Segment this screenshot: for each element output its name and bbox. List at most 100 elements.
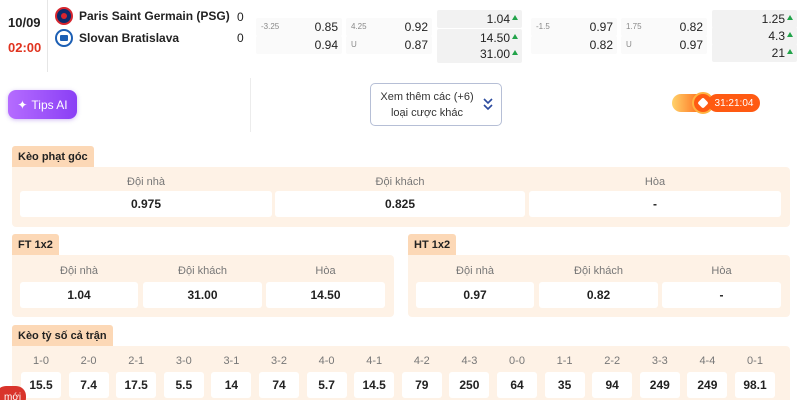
score-odd[interactable]: 79 [401, 372, 442, 398]
corner-home-label: Đội nhà [127, 176, 165, 188]
more-bets-line2: loại cược khác [390, 107, 464, 119]
ht1x2-away-odd[interactable]: 0.82 [539, 282, 658, 308]
ft1x2-home-label: Đội nhà [60, 265, 98, 277]
ht1x2-panel: Đội nhà Đội khách Hòa 0.97 0.82 - [408, 255, 790, 317]
score-odd[interactable]: 17.5 [116, 372, 157, 398]
up-arrow-icon [787, 15, 793, 20]
odd-value: 31.00 [479, 47, 510, 61]
score-odd[interactable]: 64 [497, 372, 537, 398]
odd-value: 0.92 [404, 20, 428, 34]
ht-1x2-draw[interactable]: 4.3 [712, 27, 797, 45]
odd-value: 1.25 [761, 12, 785, 26]
score-label: 3-1 [223, 355, 240, 367]
odd-value: 0.87 [404, 38, 428, 52]
ht1x2-home-odd[interactable]: 0.97 [416, 282, 534, 308]
ft-1x2-away[interactable]: 31.00 [437, 45, 522, 63]
divider [47, 0, 48, 72]
score-odd[interactable]: 98.1 [735, 372, 775, 398]
up-arrow-icon [787, 49, 793, 54]
ht-1x2-away[interactable]: 21 [712, 44, 797, 62]
score-odd[interactable]: 14 [211, 372, 252, 398]
score-odd[interactable]: 35 [544, 372, 585, 398]
ou-line: 1.75 [626, 22, 642, 31]
corner-panel: Đội nhà Đội khách Hòa 0.975 0.825 - [12, 167, 790, 227]
timer-value: 31:21:04 [708, 94, 760, 112]
ft-over[interactable]: 4.25 0.92 [346, 18, 432, 36]
score-odd[interactable]: 250 [449, 372, 490, 398]
ht-handicap-away[interactable]: 0.82 [531, 36, 617, 54]
tips-ai-label: Tips AI [31, 97, 68, 112]
corner-away-odd[interactable]: 0.825 [275, 191, 525, 217]
ht-over[interactable]: 1.75 0.82 [621, 18, 707, 36]
ft1x2-panel: Đội nhà Đội khách Hòa 1.04 31.00 14.50 [12, 255, 394, 317]
ft1x2-title: FT 1x2 [12, 234, 59, 255]
psg-logo-icon [55, 7, 73, 25]
slovan-logo-icon [55, 29, 73, 47]
odd-value: 0.85 [314, 20, 338, 34]
up-arrow-icon [512, 34, 518, 39]
under-label: U [351, 40, 357, 49]
corner-away-label: Đội khách [375, 176, 425, 188]
up-arrow-icon [512, 50, 518, 55]
score-odd[interactable]: 249 [639, 372, 680, 398]
score-odd[interactable]: 74 [259, 372, 299, 398]
score-label: 4-4 [699, 355, 716, 367]
under-label: U [626, 40, 632, 49]
score-odd[interactable]: 5.5 [163, 372, 204, 398]
score-odd[interactable]: 94 [592, 372, 633, 398]
odd-value: 0.94 [314, 38, 338, 52]
ou-line: 4.25 [351, 22, 367, 31]
up-arrow-icon [787, 32, 793, 37]
score-odd[interactable]: 249 [687, 372, 728, 398]
score-label: 3-0 [175, 355, 192, 367]
tips-ai-button[interactable]: ✦ Tips AI [8, 90, 77, 119]
match-row[interactable]: 10/09 02:00 Paris Saint Germain (PSG) 0 … [0, 0, 800, 78]
home-team-name: Paris Saint Germain (PSG) [79, 9, 230, 23]
corner-title: Kèo phạt góc [12, 146, 94, 167]
odd-value: 1.04 [486, 12, 510, 26]
ht1x2-title: HT 1x2 [408, 234, 457, 255]
corner-draw-label: Hòa [644, 176, 666, 188]
odd-value: 21 [771, 46, 785, 60]
score-odd[interactable]: 15.5 [21, 372, 61, 398]
corner-draw-odd[interactable]: - [529, 191, 781, 217]
score-label: 4-0 [318, 355, 335, 367]
odd-value: 0.97 [679, 38, 703, 52]
away-team[interactable]: Slovan Bratislava [55, 28, 179, 48]
ht1x2-draw-label: Hòa [711, 265, 732, 277]
sparkle-icon: ✦ [17, 97, 28, 112]
more-bets-button[interactable]: Xem thêm các (+6) loại cược khác [370, 83, 502, 126]
ft-under[interactable]: U 0.87 [346, 36, 432, 54]
score-odd[interactable]: 5.7 [306, 372, 347, 398]
away-score: 0 [237, 31, 244, 45]
odd-value: 4.3 [768, 29, 785, 43]
ht1x2-draw-odd[interactable]: - [662, 282, 781, 308]
score-odd[interactable]: 7.4 [68, 372, 109, 398]
home-score: 0 [237, 10, 244, 24]
ht-handicap-home[interactable]: -1.5 0.97 [531, 18, 617, 36]
corner-home-odd[interactable]: 0.975 [20, 191, 272, 217]
ft-handicap-away[interactable]: 0.94 [256, 36, 342, 54]
odd-value: 14.50 [479, 31, 510, 45]
kickoff-time: 02:00 [8, 40, 42, 55]
ft-handicap-home[interactable]: -3.25 0.85 [256, 18, 342, 36]
ft1x2-draw-odd[interactable]: 14.50 [266, 282, 385, 308]
score-label: 1-1 [556, 355, 573, 367]
home-team[interactable]: Paris Saint Germain (PSG) [55, 6, 230, 26]
ht-1x2-home[interactable]: 1.25 [712, 10, 797, 28]
ft1x2-away-label: Đội khách [178, 265, 227, 277]
score-label: 4-2 [413, 355, 430, 367]
score-label: 1-0 [33, 355, 49, 367]
score-label: 4-3 [461, 355, 478, 367]
score-odd[interactable]: 14.5 [354, 372, 395, 398]
away-team-name: Slovan Bratislava [79, 31, 180, 45]
ft1x2-away-odd[interactable]: 31.00 [143, 282, 262, 308]
more-bets-text: Xem thêm các (+6) loại cược khác [377, 89, 477, 121]
ht-under[interactable]: U 0.97 [621, 36, 707, 54]
score-label: 3-3 [651, 355, 668, 367]
odd-value: 0.82 [589, 38, 613, 52]
match-date: 10/09 [8, 15, 41, 30]
score-label: 2-0 [80, 355, 97, 367]
ft1x2-home-odd[interactable]: 1.04 [20, 282, 138, 308]
ft-1x2-home[interactable]: 1.04 [437, 10, 522, 28]
